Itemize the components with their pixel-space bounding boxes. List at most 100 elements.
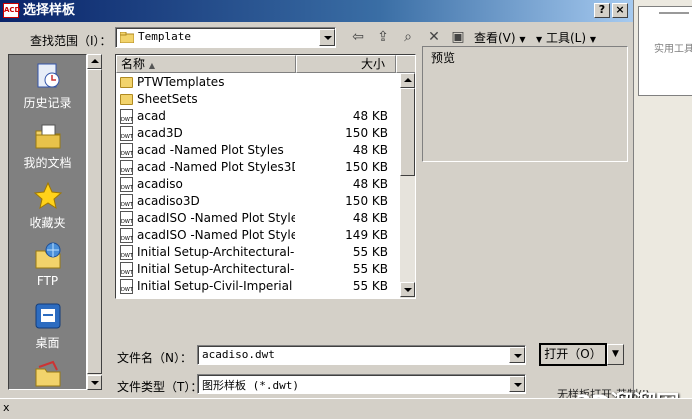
file-size: 55 KB	[352, 279, 388, 293]
dwt-file-icon	[120, 228, 133, 243]
file-list-scrollbar[interactable]	[400, 73, 415, 298]
file-row[interactable]: acad -Named Plot Styles 48 KB	[116, 142, 396, 159]
column-header-more[interactable]	[396, 55, 415, 73]
filetype-dropdown-button[interactable]	[509, 376, 525, 392]
scroll-thumb[interactable]	[400, 88, 415, 176]
place-label: 桌面	[35, 336, 60, 350]
title-bar: ACD 选择样板 ? ×	[0, 0, 633, 22]
file-row[interactable]: acad -Named Plot Styles3D 150 KB	[116, 159, 396, 176]
file-name: Initial Setup-Architectural-Imp...	[137, 245, 295, 259]
desktop-icon	[35, 303, 60, 329]
dwt-file-icon	[120, 279, 133, 294]
file-name: Initial Setup-Civil-Imperial	[137, 279, 293, 293]
place-favorites[interactable]: 收藏夹	[9, 181, 86, 231]
folder-icon	[120, 77, 133, 88]
file-row[interactable]: Initial Setup-Civil-Imperial 55 KB	[116, 278, 396, 295]
file-name: Initial Setup-Architectural-Metric	[137, 262, 295, 276]
place-history[interactable]: 历史记录	[9, 61, 86, 111]
lookin-combo[interactable]: Template	[115, 27, 336, 48]
file-name: PTWTemplates	[137, 75, 225, 89]
file-row[interactable]: PTWTemplates	[116, 74, 396, 91]
dwt-file-icon	[120, 211, 133, 226]
lookin-value: Template	[138, 30, 191, 43]
lookin-label: 查找范围（I）：	[30, 34, 112, 48]
file-row[interactable]: acad3D 150 KB	[116, 125, 396, 142]
file-row[interactable]: acadISO -Named Plot Styles 48 KB	[116, 210, 396, 227]
file-size: 48 KB	[352, 109, 388, 123]
file-row[interactable]: acadiso 48 KB	[116, 176, 396, 193]
tools-menu[interactable]: ▼ 工具(L) ▼	[536, 29, 596, 46]
new-folder-icon[interactable]: ▣	[448, 28, 468, 46]
file-size: 48 KB	[352, 177, 388, 191]
tools-label: 工具(L)	[545, 31, 587, 45]
status-text: x	[3, 401, 10, 414]
place-ftp[interactable]: FTP	[9, 241, 86, 288]
file-name: acad3D	[137, 126, 183, 140]
file-name: acadISO -Named Plot Styles	[137, 211, 295, 225]
scroll-thumb[interactable]	[87, 69, 102, 374]
filename-dropdown-button[interactable]	[509, 347, 525, 363]
column-header-size[interactable]: 大小	[296, 55, 396, 73]
dwt-file-icon	[120, 160, 133, 175]
delete-icon[interactable]: ✕	[424, 28, 444, 46]
dwt-file-icon	[120, 194, 133, 209]
search-web-icon[interactable]: ⌕	[398, 28, 418, 46]
filetype-select[interactable]: 图形样板 (*.dwt)	[197, 374, 526, 394]
filename-input[interactable]: acadiso.dwt	[197, 345, 526, 365]
place-label: FTP	[36, 274, 59, 288]
filetype-label: 文件类型（T）：	[117, 380, 203, 394]
scroll-up-button[interactable]	[87, 54, 102, 69]
file-row[interactable]: Initial Setup-Architectural-Metric 55 KB	[116, 261, 396, 278]
file-size: 150 KB	[345, 126, 388, 140]
ruler-icon	[659, 12, 689, 14]
open-options-button[interactable]: ▼	[607, 344, 624, 365]
file-name: acadISO -Named Plot Styles3D	[137, 228, 295, 242]
preview-pane	[422, 46, 628, 162]
dwt-file-icon	[120, 177, 133, 192]
filename-value: acadiso.dwt	[202, 348, 275, 361]
file-size: 48 KB	[352, 143, 388, 157]
file-row[interactable]: acadISO -Named Plot Styles3D 149 KB	[116, 227, 396, 244]
up-folder-icon[interactable]: ⇪	[373, 28, 393, 46]
chevron-down-icon: ▼	[536, 35, 543, 44]
file-row[interactable]: Initial Setup-Architectural-Imp... 55 KB	[116, 244, 396, 261]
places-bar: 历史记录 我的文档 收藏夹 FTP 桌面	[8, 54, 87, 390]
file-row[interactable]: acadiso3D 150 KB	[116, 193, 396, 210]
views-menu[interactable]: 查看(V) ▼	[474, 29, 526, 46]
file-size: 149 KB	[345, 228, 388, 242]
scroll-down-button[interactable]	[87, 375, 102, 390]
views-label: 查看(V)	[474, 31, 516, 45]
place-my-documents[interactable]: 我的文档	[9, 121, 86, 171]
place-label: 收藏夹	[29, 216, 66, 230]
dwt-file-icon	[120, 126, 133, 141]
close-button[interactable]: ×	[612, 3, 628, 18]
file-row[interactable]: acad 48 KB	[116, 108, 396, 125]
place-desktop[interactable]: 桌面	[9, 301, 86, 351]
dwt-file-icon	[120, 262, 133, 277]
open-button[interactable]: 打开（O）	[539, 343, 607, 366]
lookin-dropdown-button[interactable]	[319, 29, 335, 46]
dwt-file-icon	[120, 245, 133, 260]
places-scrollbar[interactable]	[87, 54, 102, 390]
favorites-icon	[33, 181, 62, 210]
history-icon	[37, 63, 59, 88]
scroll-up-button[interactable]	[400, 73, 415, 88]
help-button[interactable]: ?	[594, 3, 610, 18]
place-more[interactable]	[9, 359, 86, 389]
scroll-down-button[interactable]	[400, 282, 415, 297]
back-icon[interactable]: ⇦	[348, 28, 368, 46]
folder-icon	[120, 32, 134, 43]
file-size: 150 KB	[345, 194, 388, 208]
chevron-down-icon: ▼	[589, 35, 597, 44]
ftp-icon	[35, 242, 60, 269]
file-name: acad -Named Plot Styles	[137, 143, 284, 157]
file-size: 55 KB	[352, 245, 388, 259]
file-size: 150 KB	[345, 160, 388, 174]
place-label: 我的文档	[23, 156, 72, 170]
file-row[interactable]: SheetSets	[116, 91, 396, 108]
dwt-file-icon	[120, 143, 133, 158]
file-name: acad -Named Plot Styles3D	[137, 160, 295, 174]
column-header-name[interactable]: 名称 ▲	[116, 55, 296, 73]
file-list[interactable]: 名称 ▲ 大小 PTWTemplatesSheetSetsacad48 KBac…	[115, 54, 416, 299]
dwt-file-icon	[120, 109, 133, 124]
